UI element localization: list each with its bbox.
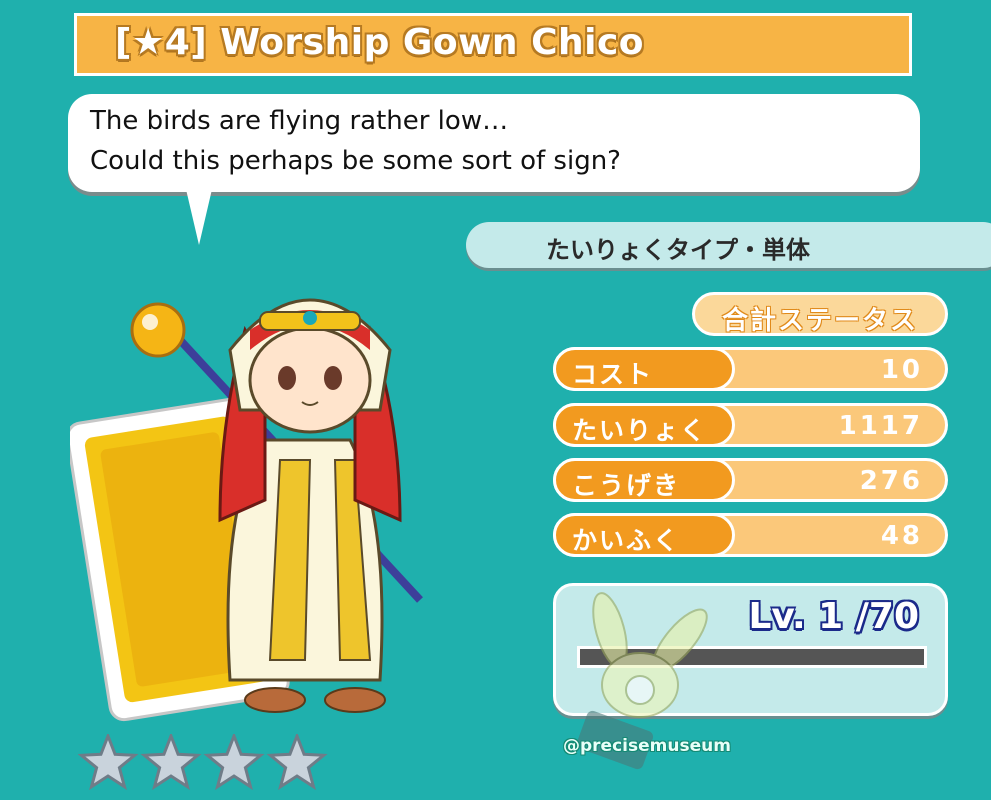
- rarity-star-icon: [203, 734, 265, 791]
- card-title: [★4] Worship Gown Chico: [115, 22, 645, 63]
- speech-bubble-tail: [185, 185, 213, 245]
- total-status-label: 合計ステータス: [721, 306, 918, 336]
- stat-label-cost: コスト: [572, 360, 654, 389]
- stat-label-stamina: たいりょく: [572, 416, 708, 445]
- stat-value-stamina: 1117: [838, 411, 923, 441]
- rarity-star-icon: [78, 734, 139, 791]
- level-display: Lv. 1 /70: [748, 596, 919, 637]
- stat-label-box: かいふく: [553, 513, 735, 557]
- dialogue-line-1: The birds are flying rather low…: [90, 106, 509, 136]
- type-label: たいりょくタイプ・単体: [546, 236, 810, 264]
- stat-label-box: たいりょく: [553, 403, 735, 447]
- stat-row-stamina: たいりょく 1117: [553, 403, 948, 447]
- stat-row-attack: こうげき 276: [553, 458, 948, 502]
- stat-value-cost: 10: [880, 355, 923, 385]
- speech-bubble: The birds are flying rather low… Could t…: [68, 94, 920, 192]
- rarity-stars: [78, 734, 328, 791]
- stat-label-box: コスト: [553, 347, 735, 391]
- card-title-bar: [★4] Worship Gown Chico: [74, 13, 912, 76]
- rarity-star-icon: [140, 734, 202, 791]
- type-label-bar: たいりょくタイプ・単体: [466, 222, 991, 268]
- rarity-star-icon: [266, 734, 328, 791]
- stat-value-recovery: 48: [880, 521, 923, 551]
- stat-label-attack: こうげき: [572, 471, 681, 500]
- stat-value-attack: 276: [859, 466, 923, 496]
- watermark-text: @precisemuseum: [563, 736, 731, 756]
- character-artwork: [70, 298, 423, 722]
- total-status-header: 合計ステータス: [692, 292, 948, 336]
- dialogue-line-2: Could this perhaps be some sort of sign?: [90, 146, 621, 176]
- stat-row-cost: コスト 10: [553, 347, 948, 391]
- stat-row-recovery: かいふく 48: [553, 513, 948, 557]
- stat-label-box: こうげき: [553, 458, 735, 502]
- stat-label-recovery: かいふく: [572, 526, 681, 555]
